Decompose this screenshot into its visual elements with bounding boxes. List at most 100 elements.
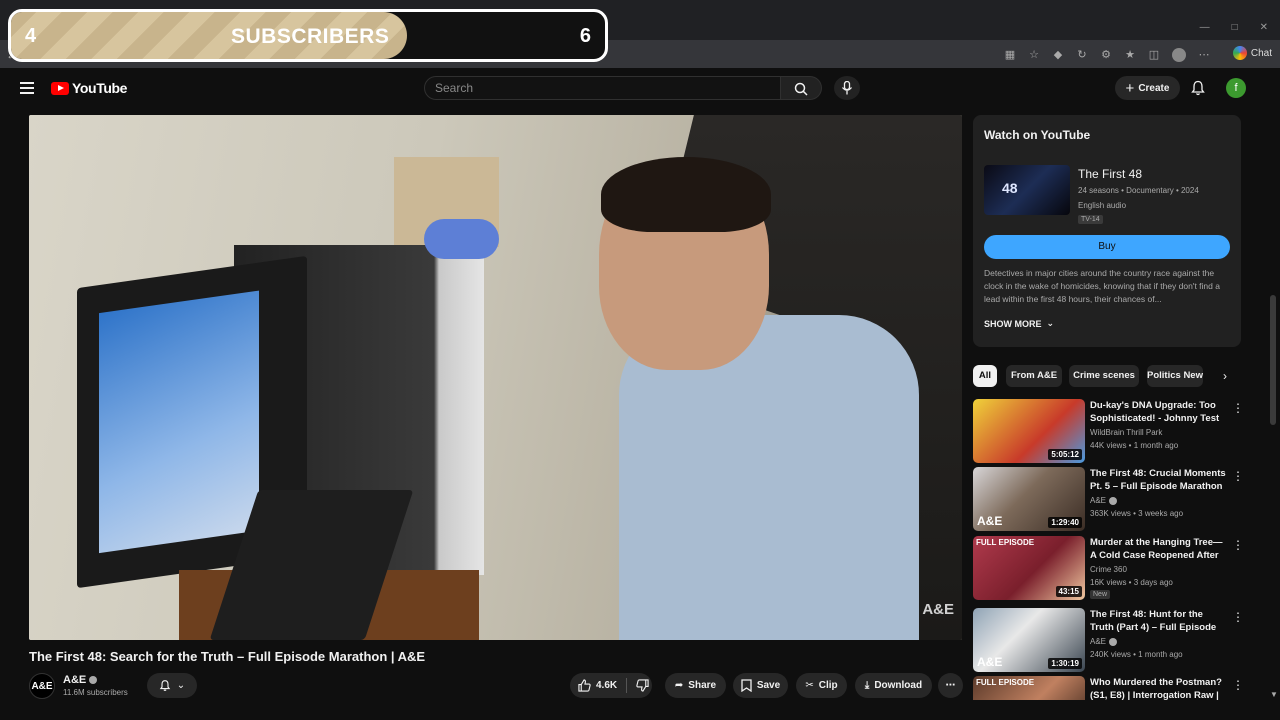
recommendation-thumbnail[interactable]: FULL EPISODE 43:15 [973, 536, 1085, 600]
page-scrollbar[interactable] [1268, 115, 1278, 700]
recommendation-title[interactable]: Du-kay's DNA Upgrade: Too Sophisticated!… [1090, 399, 1226, 425]
create-button[interactable]: + Create [1115, 76, 1180, 100]
more-vertical-icon[interactable]: ⋮ [1232, 678, 1241, 692]
copilot-icon [1232, 46, 1247, 60]
notifications-bell-icon[interactable] [1190, 80, 1206, 96]
more-vertical-icon[interactable]: ⋮ [1232, 401, 1244, 415]
recommendation-title[interactable]: The First 48: Crucial Moments Pt. 5 – Fu… [1090, 467, 1226, 493]
dislike-button[interactable] [633, 673, 652, 698]
recommendation-thumbnail[interactable]: FULL EPISODE [973, 676, 1085, 700]
chip-all[interactable]: All [973, 365, 997, 387]
recommendation-channel[interactable]: A&E [1090, 496, 1118, 505]
channel-avatar[interactable]: A&E [29, 673, 55, 699]
recommendation-item[interactable]: FULL EPISODE 43:15 Murder at the Hanging… [973, 536, 1244, 600]
hamburger-menu-icon[interactable] [20, 82, 34, 94]
new-badge: New [1090, 590, 1111, 599]
refresh-extension-icon[interactable]: ↻ [1076, 49, 1088, 61]
ae-watermark: A&E [922, 601, 954, 618]
close-icon[interactable]: ✕ [1260, 22, 1268, 33]
recommendation-stats: 16K views • 3 days ago [1090, 578, 1173, 587]
recommendation-channel[interactable]: WildBrain Thrill Park [1090, 428, 1162, 437]
chat-button[interactable]: Chat [1232, 46, 1272, 60]
show-thumbnail-text: 48 [1002, 180, 1018, 196]
create-label: Create [1138, 82, 1170, 94]
recommendation-title[interactable]: Who Murdered the Postman? (S1, E8) | Int… [1090, 676, 1226, 700]
recommendation-thumbnail[interactable]: A&E 1:30:19 [973, 608, 1085, 672]
full-episode-label: FULL EPISODE [976, 678, 1035, 687]
extension-icon[interactable]: ◆ [1052, 49, 1064, 61]
subscriber-start-count: 4 [25, 25, 37, 47]
channel-name[interactable]: A&E [63, 674, 98, 686]
chip-crime-scenes[interactable]: Crime scenes [1069, 365, 1139, 387]
subscriber-goal-count: 6 [579, 25, 591, 47]
window-controls: — □ ✕ [1200, 22, 1268, 33]
clip-button[interactable]: ✂ Clip [796, 673, 847, 698]
recommendation-item[interactable]: A&E 1:30:19 The First 48: Hunt for the T… [973, 608, 1244, 672]
ae-thumbnail-logo: A&E [977, 655, 1003, 669]
share-button[interactable]: ➦ Share [665, 673, 726, 698]
clip-label: Clip [818, 680, 838, 691]
video-player[interactable]: A&E [29, 115, 962, 640]
chevron-down-icon: ⌄ [1046, 318, 1055, 328]
chevron-right-icon[interactable]: › [1218, 369, 1232, 383]
like-count: 4.6K [596, 680, 618, 691]
show-thumbnail[interactable]: 48 [984, 165, 1070, 215]
microphone-icon [841, 81, 853, 95]
more-menu-icon[interactable]: ⋯ [1198, 49, 1210, 61]
recommendation-thumbnail[interactable]: A&E 1:29:40 [973, 467, 1085, 531]
puzzle-icon[interactable]: ⚙ [1100, 49, 1112, 61]
more-actions-button[interactable]: ⋯ [938, 673, 963, 698]
recommendation-title[interactable]: The First 48: Hunt for the Truth (Part 4… [1090, 608, 1226, 634]
recommendation-stats: 240K views • 1 month ago [1090, 650, 1183, 659]
user-avatar[interactable]: f [1226, 78, 1246, 98]
bookmark-icon [741, 679, 752, 692]
youtube-header: YouTube + Create f [0, 68, 1280, 110]
scrollbar-thumb[interactable] [1270, 295, 1276, 425]
split-view-icon[interactable]: ◫ [1148, 49, 1160, 61]
buy-button[interactable]: Buy [984, 235, 1230, 259]
channel-name-text: A&E [63, 674, 87, 686]
recommendation-channel[interactable]: A&E [1090, 637, 1118, 646]
recommendation-title[interactable]: Murder at the Hanging Tree—A Cold Case R… [1090, 536, 1226, 562]
maximize-icon[interactable]: □ [1232, 22, 1238, 33]
profile-avatar[interactable] [1172, 48, 1186, 62]
recommendation-item[interactable]: FULL EPISODE Who Murdered the Postman? (… [973, 676, 1241, 700]
recommendation-item[interactable]: 5:05:12 Du-kay's DNA Upgrade: Too Sophis… [973, 399, 1244, 463]
more-vertical-icon[interactable]: ⋮ [1232, 469, 1244, 483]
recommendation-thumbnail[interactable]: 5:05:12 [973, 399, 1085, 463]
search-icon [794, 82, 808, 96]
channel-subscriber-count: 11.6M subscribers [63, 688, 128, 697]
show-more-button[interactable]: SHOW MORE ⌄ [984, 318, 1054, 329]
favorites-icon[interactable]: ★ [1124, 49, 1136, 61]
verified-badge-icon [1109, 637, 1118, 646]
share-icon: ➦ [674, 680, 684, 691]
thumbs-up-icon [578, 679, 591, 692]
show-name[interactable]: The First 48 [1078, 167, 1142, 181]
more-vertical-icon[interactable]: ⋮ [1232, 610, 1244, 624]
recommendation-channel[interactable]: Crime 360 [1090, 565, 1127, 574]
save-button[interactable]: Save [733, 673, 788, 698]
more-vertical-icon[interactable]: ⋮ [1232, 538, 1244, 552]
youtube-logo[interactable]: YouTube [51, 80, 127, 96]
voice-search-button[interactable] [834, 76, 860, 100]
ae-thumbnail-logo: A&E [977, 514, 1003, 528]
bookmark-star-icon[interactable]: ☆ [1028, 49, 1040, 61]
recommendation-item[interactable]: A&E 1:29:40 The First 48: Crucial Moment… [973, 467, 1244, 531]
chip-politics-news[interactable]: Politics New [1147, 365, 1203, 387]
chat-label: Chat [1250, 47, 1272, 59]
install-app-icon[interactable]: ▦ [1004, 49, 1016, 61]
subscription-bell-button[interactable]: ⌄ [147, 673, 197, 698]
watch-card-heading: Watch on YouTube [984, 128, 1091, 142]
search-input[interactable] [425, 77, 780, 99]
scroll-down-arrow-icon[interactable]: ▼ [1270, 690, 1278, 699]
recommendation-channel-text: A&E [1090, 637, 1107, 646]
video-frame-man-hair [601, 157, 771, 232]
chip-from-ae[interactable]: From A&E [1006, 365, 1062, 387]
watch-on-youtube-card: Watch on YouTube 48 The First 48 24 seas… [973, 115, 1241, 347]
download-button[interactable]: ⤓ Download [855, 673, 932, 698]
save-label: Save [756, 680, 781, 691]
extension-toolbar: ▦ ☆ ◆ ↻ ⚙ ★ ◫ ⋯ [1004, 48, 1210, 62]
minimize-icon[interactable]: — [1200, 22, 1210, 33]
search-button[interactable] [781, 76, 822, 100]
recommendation-channel-text: A&E [1090, 496, 1107, 505]
